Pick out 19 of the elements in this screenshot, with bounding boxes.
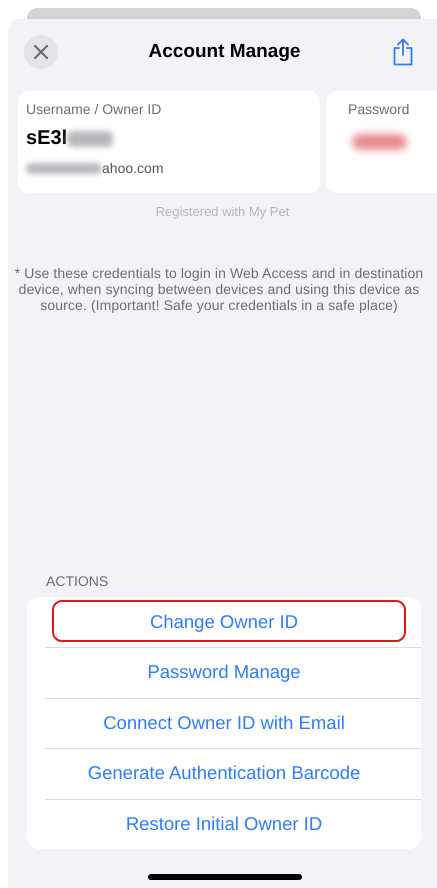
email-text: ahoo.com xyxy=(102,160,164,176)
redaction-blur xyxy=(67,130,114,146)
action-button[interactable]: Change Owner ID xyxy=(27,596,421,647)
share-button[interactable] xyxy=(391,38,415,66)
info-note: * Use these credentials to login in Web Access and in destination device, when syncing between devices and using this device as source. (Important! Safe your credentials in a safe place) xyxy=(14,265,424,313)
action-button[interactable]: Generate Authentication Barcode xyxy=(27,748,421,798)
field-label: Password xyxy=(348,101,410,117)
action-button[interactable]: Restore Initial Owner ID xyxy=(27,798,421,849)
field-label: Username / Owner ID xyxy=(26,101,162,117)
owner-id-text: sE3l xyxy=(26,127,68,150)
registration-note: Registered with My Pet xyxy=(154,204,290,219)
screen-title: Account Manage xyxy=(147,41,302,63)
share-icon xyxy=(391,38,415,66)
close-button[interactable] xyxy=(24,35,58,69)
close-icon xyxy=(33,44,49,60)
section-header: ACTIONS xyxy=(45,572,110,588)
action-button[interactable]: Password Manage xyxy=(27,647,421,698)
redaction-blur xyxy=(352,134,407,150)
action-button[interactable]: Connect Owner ID with Email xyxy=(27,698,421,748)
